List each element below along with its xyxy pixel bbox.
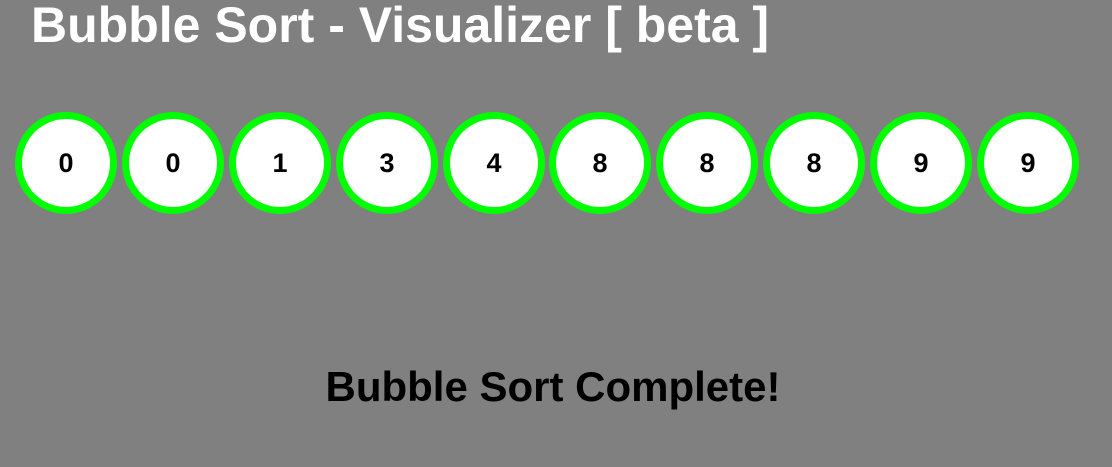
bubble-value: 4	[486, 147, 502, 178]
bubble-value: 9	[1020, 147, 1036, 178]
bubble-value: 8	[699, 147, 715, 178]
page-title: Bubble Sort - Visualizer [ beta ]	[31, 0, 770, 53]
bubble-value: 9	[913, 147, 929, 178]
status-message: Bubble Sort Complete!	[325, 363, 781, 410]
bubble-value: 3	[379, 147, 395, 178]
bubble-value: 1	[272, 147, 288, 178]
bubble-value: 8	[592, 147, 608, 178]
bubble-1: 0	[122, 112, 224, 214]
bubble-value: 8	[806, 147, 822, 178]
bubble-value: 0	[58, 147, 74, 178]
bubble-6: 8	[656, 112, 758, 214]
bubble-4: 4	[443, 112, 545, 214]
bubble-0: 0	[15, 112, 117, 214]
bubble-3: 3	[336, 112, 438, 214]
bubble-row: 0 0 1 3 4 8 8 8 9 9	[15, 112, 1085, 214]
bubble-value: 0	[165, 147, 181, 178]
bubble-9: 9	[977, 112, 1079, 214]
bubble-2: 1	[229, 112, 331, 214]
bubble-5: 8	[549, 112, 651, 214]
bubble-8: 9	[870, 112, 972, 214]
bubble-7: 8	[763, 112, 865, 214]
